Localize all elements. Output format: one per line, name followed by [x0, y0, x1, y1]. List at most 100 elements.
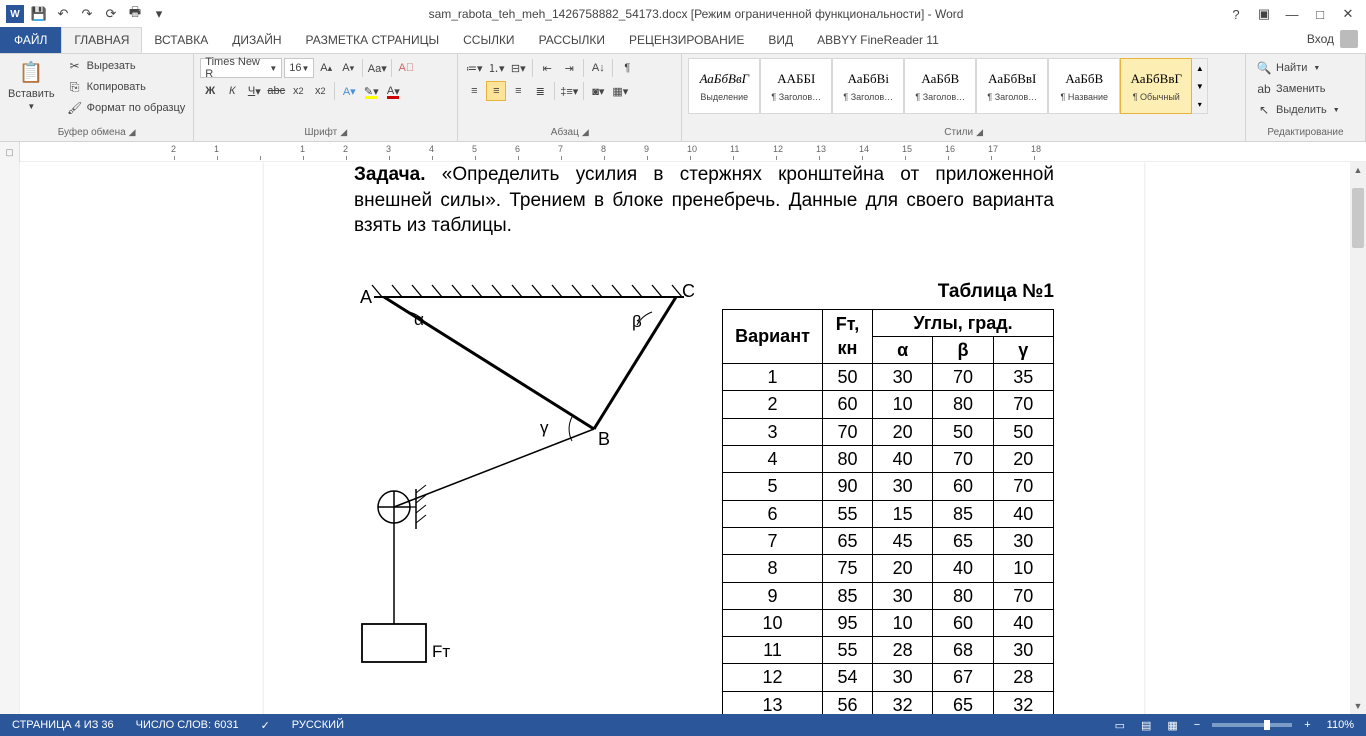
subscript-button[interactable]: x2 [288, 81, 308, 101]
align-left-button[interactable]: ≡ [464, 81, 484, 101]
help-icon[interactable]: ? [1226, 4, 1246, 24]
cut-button[interactable]: ✂Вырезать [63, 56, 190, 76]
borders-button[interactable]: ▦▾ [610, 81, 630, 101]
font-group-label: Шрифт [304, 127, 337, 138]
styles-launcher-icon[interactable]: ◢ [976, 127, 983, 138]
multilevel-button[interactable]: ⊟▾ [508, 58, 528, 78]
change-case-button[interactable]: Aa▾ [367, 58, 387, 78]
style-1[interactable]: ААББІ¶ Заголов… [760, 58, 832, 114]
save-icon[interactable]: 💾 [30, 5, 48, 23]
text-effects-button[interactable]: A▾ [339, 81, 359, 101]
format-label: Формат по образцу [87, 102, 186, 114]
scroll-thumb[interactable] [1352, 188, 1364, 248]
outdent-button[interactable]: ⇤ [537, 58, 557, 78]
horizontal-ruler[interactable]: 12123456789101112131415161718 [20, 142, 1366, 161]
showmarks-button[interactable]: ¶ [617, 58, 637, 78]
font-launcher-icon[interactable]: ◢ [340, 127, 347, 138]
font-color-button[interactable]: A▾ [383, 81, 403, 101]
tab-abbyy[interactable]: ABBYY FineReader 11 [805, 27, 951, 53]
status-proof-icon[interactable]: ✓ [257, 719, 274, 732]
shading-button[interactable]: ◙▾ [588, 81, 608, 101]
para-launcher-icon[interactable]: ◢ [582, 127, 589, 138]
tab-home[interactable]: ГЛАВНАЯ [61, 27, 142, 53]
redo-icon[interactable]: ↷ [78, 5, 96, 23]
zoom-slider[interactable] [1212, 723, 1292, 727]
clear-format-button[interactable]: A⃠ [396, 58, 416, 78]
vertical-scrollbar[interactable]: ▲ ▼ [1350, 162, 1366, 714]
zoom-handle[interactable] [1264, 720, 1270, 730]
tab-mailings[interactable]: РАССЫЛКИ [527, 27, 617, 53]
close-icon[interactable]: ✕ [1338, 4, 1358, 24]
style-5[interactable]: АаБбВ¶ Название [1048, 58, 1120, 114]
justify-button[interactable]: ≣ [530, 81, 550, 101]
find-button[interactable]: 🔍Найти▼ [1252, 58, 1344, 78]
align-right-button[interactable]: ≡ [508, 81, 528, 101]
scroll-down-icon[interactable]: ▼ [1350, 698, 1366, 714]
copy-button[interactable]: ⎘Копировать [63, 77, 190, 97]
highlight-button[interactable]: ✎▾ [361, 81, 381, 101]
undo-icon[interactable]: ↶ [54, 5, 72, 23]
bold-button[interactable]: Ж [200, 81, 220, 101]
ribbon: 📋 Вставить ▼ ✂Вырезать ⎘Копировать 🖌Форм… [0, 54, 1366, 142]
table-row: 150307035 [723, 364, 1054, 391]
sort-button[interactable]: A↓ [588, 58, 608, 78]
file-tab[interactable]: ФАЙЛ [0, 27, 61, 53]
quickprint-icon[interactable]: 🖶 [126, 5, 144, 23]
status-page[interactable]: СТРАНИЦА 4 ИЗ 36 [8, 719, 118, 731]
view-print-icon[interactable]: ▤ [1137, 719, 1155, 732]
maximize-icon[interactable]: □ [1310, 4, 1330, 24]
scroll-up-icon[interactable]: ▲ [1350, 162, 1366, 178]
tab-references[interactable]: ССЫЛКИ [451, 27, 526, 53]
refresh-icon[interactable]: ⟳ [102, 5, 120, 23]
numbering-button[interactable]: ⒈▾ [486, 58, 506, 78]
tab-insert[interactable]: ВСТАВКА [142, 27, 220, 53]
page-viewport[interactable]: Задача. «Определить усилия в стержнях кр… [20, 162, 1366, 714]
word-icon[interactable]: W [6, 5, 24, 23]
style-3[interactable]: АаБбВ¶ Заголов… [904, 58, 976, 114]
styles-more[interactable]: ▲▼▾ [1192, 58, 1208, 114]
tab-layout[interactable]: РАЗМЕТКА СТРАНИЦЫ [294, 27, 452, 53]
view-read-icon[interactable]: ▭ [1111, 719, 1129, 732]
table-row: 370205050 [723, 418, 1054, 445]
bullets-button[interactable]: ≔▾ [464, 58, 484, 78]
ruler: ▢ 12123456789101112131415161718 [0, 142, 1366, 162]
font-size-combo[interactable]: 16▼ [284, 58, 314, 78]
styles-group-label: Стили [944, 127, 973, 138]
status-words[interactable]: ЧИСЛО СЛОВ: 6031 [132, 719, 243, 731]
tab-review[interactable]: РЕЦЕНЗИРОВАНИЕ [617, 27, 756, 53]
zoom-out-icon[interactable]: − [1190, 719, 1204, 731]
status-lang[interactable]: РУССКИЙ [288, 719, 348, 731]
qat-more-icon[interactable]: ▾ [150, 5, 168, 23]
align-center-button[interactable]: ≡ [486, 81, 506, 101]
style-0[interactable]: АаБбВвГВыделение [688, 58, 760, 114]
th-variant: Вариант [723, 309, 823, 364]
font-family-combo[interactable]: Times New R▼ [200, 58, 282, 78]
indent-button[interactable]: ⇥ [559, 58, 579, 78]
vertical-ruler[interactable] [0, 162, 20, 714]
sign-in[interactable]: Вход [1299, 25, 1366, 53]
italic-button[interactable]: К [222, 81, 242, 101]
ruler-corner[interactable]: ▢ [0, 142, 20, 162]
format-painter-button[interactable]: 🖌Формат по образцу [63, 98, 190, 118]
minimize-icon[interactable]: ― [1282, 4, 1302, 24]
clipboard-launcher-icon[interactable]: ◢ [129, 127, 136, 138]
line-spacing-button[interactable]: ‡≡▾ [559, 81, 579, 101]
table-row: 1356326532 [723, 691, 1054, 714]
zoom-level[interactable]: 110% [1323, 719, 1358, 731]
replace-button[interactable]: abЗаменить [1252, 79, 1344, 99]
tab-view[interactable]: ВИД [756, 27, 805, 53]
underline-button[interactable]: Ч▾ [244, 81, 264, 101]
shrink-font-button[interactable]: A▾ [338, 58, 358, 78]
ribbon-options-icon[interactable]: ▣ [1254, 4, 1274, 24]
style-2[interactable]: АаБбВі¶ Заголов… [832, 58, 904, 114]
paste-button[interactable]: 📋 Вставить ▼ [4, 56, 59, 113]
select-button[interactable]: ↖Выделить▼ [1252, 100, 1344, 120]
strike-button[interactable]: abc [266, 81, 286, 101]
tab-design[interactable]: ДИЗАЙН [220, 27, 293, 53]
style-4[interactable]: АаБбВвІ¶ Заголов… [976, 58, 1048, 114]
grow-font-button[interactable]: A▴ [316, 58, 336, 78]
view-web-icon[interactable]: ▦ [1163, 719, 1181, 732]
style-6[interactable]: АаБбВвГ¶ Обычный [1120, 58, 1192, 114]
superscript-button[interactable]: x2 [310, 81, 330, 101]
zoom-in-icon[interactable]: + [1300, 719, 1314, 731]
